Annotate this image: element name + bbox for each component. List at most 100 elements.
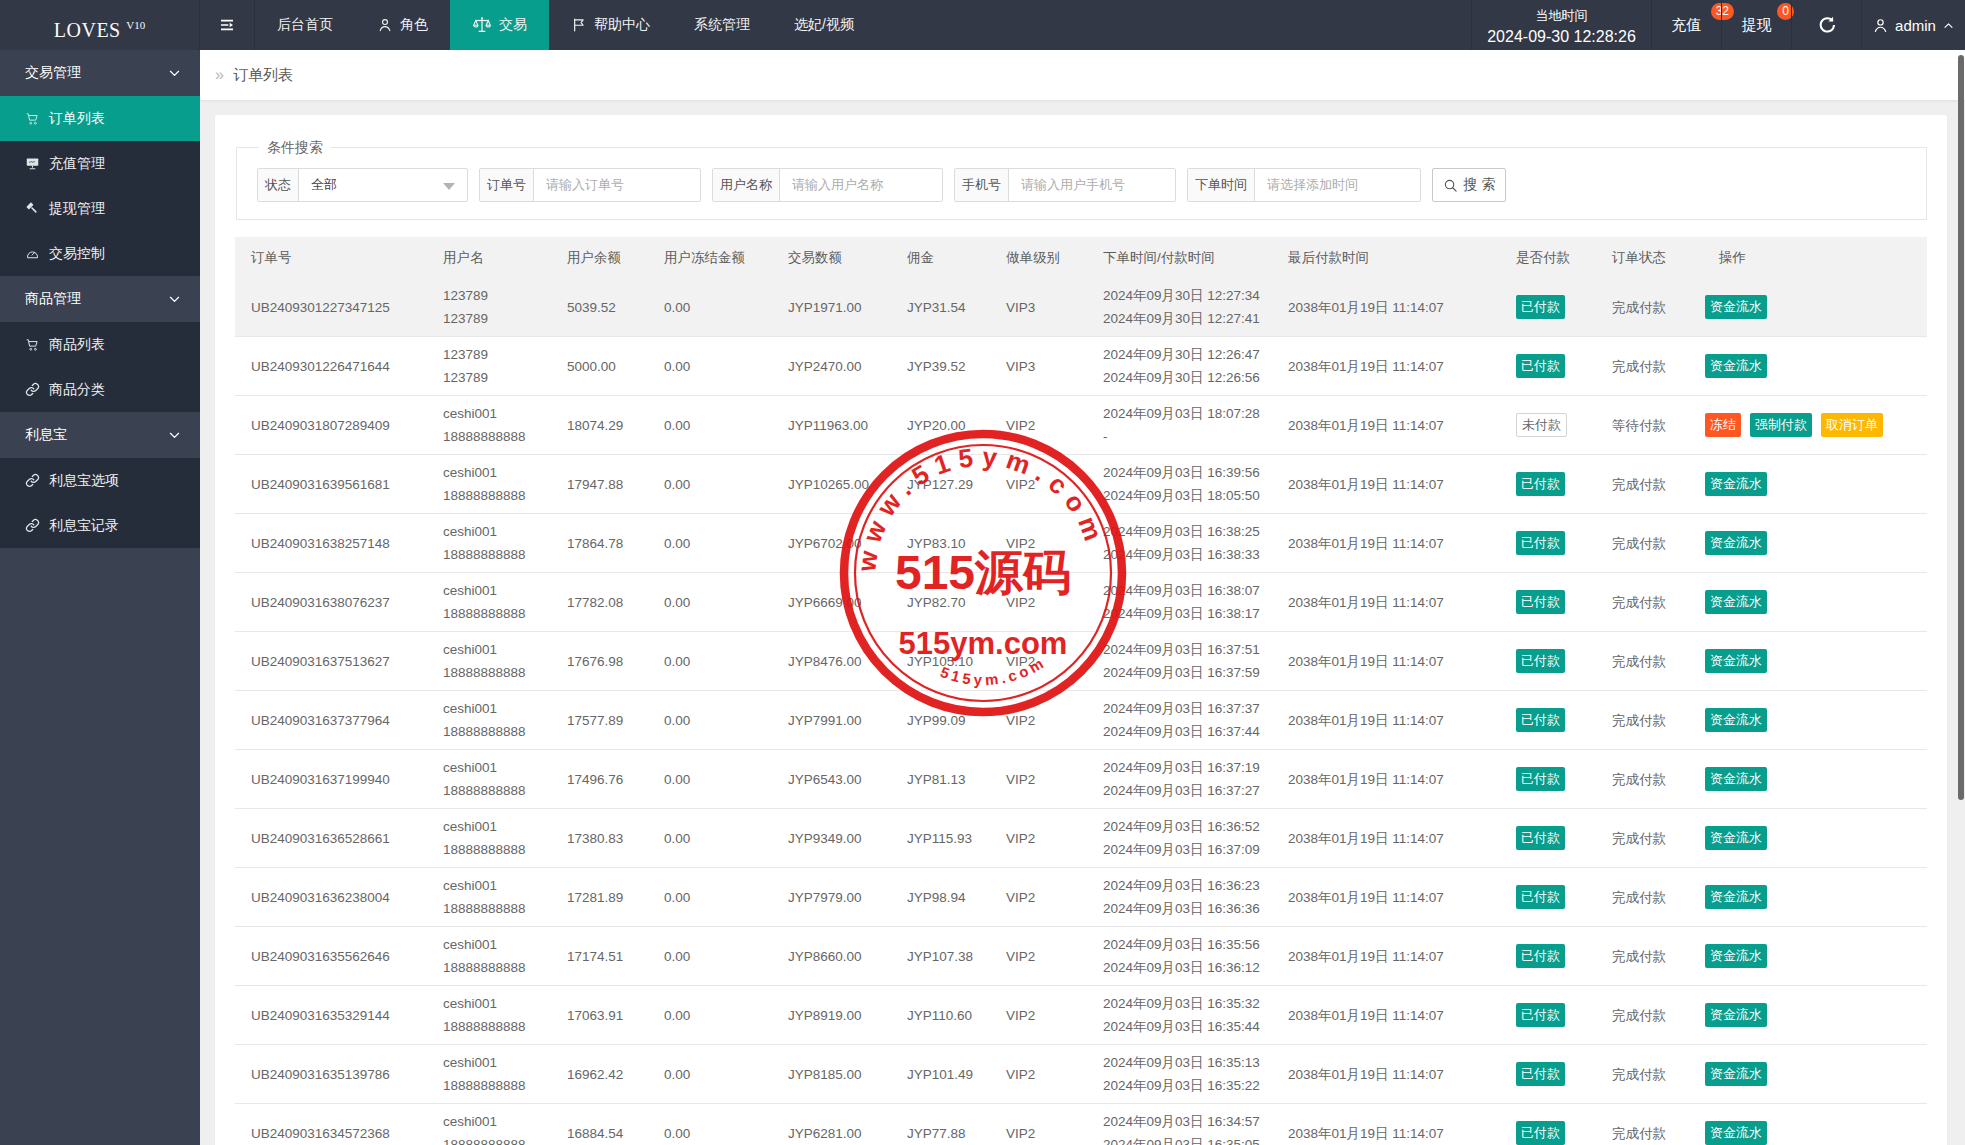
- cell-status: 完成付款: [1596, 514, 1703, 572]
- nav-item-3[interactable]: 交易: [450, 0, 549, 50]
- table-row-6: UB2409031638076237ceshi00118888888888177…: [235, 573, 1927, 632]
- page-scrollbar-thumb[interactable]: [1958, 55, 1964, 800]
- cell-paid: 已付款: [1500, 278, 1596, 336]
- pay-time-text: 2024年09月30日 12:27:41: [1103, 307, 1272, 330]
- action-button-yellow[interactable]: 取消订单: [1821, 413, 1883, 437]
- action-button-orange[interactable]: 冻结: [1705, 413, 1741, 437]
- paid-badge-wrap: 已付款: [1516, 1062, 1596, 1086]
- page-title: 订单列表: [233, 66, 293, 85]
- cell-balance: 17281.89: [551, 868, 648, 926]
- action-button-teal[interactable]: 资金流水: [1705, 767, 1767, 791]
- action-button-teal[interactable]: 资金流水: [1705, 531, 1767, 555]
- cell-actions: 资金流水: [1703, 632, 1927, 690]
- withdraw-nav-button[interactable]: 提现 0: [1721, 0, 1791, 50]
- paid-badge-wrap: 已付款: [1516, 885, 1596, 909]
- user-name-text: ceshi001: [443, 697, 551, 720]
- cell-paid: 已付款: [1500, 691, 1596, 749]
- user-name-text: ceshi001: [443, 874, 551, 897]
- cell-user: 123789123789: [427, 337, 551, 395]
- paid-status-badge: 已付款: [1516, 826, 1565, 850]
- order-input[interactable]: 请输入订单号: [534, 169, 700, 201]
- cell-amount: JYP2470.00: [772, 337, 891, 395]
- pay-time-text: 2024年09月03日 16:37:27: [1103, 779, 1272, 802]
- action-button-teal[interactable]: 资金流水: [1705, 590, 1767, 614]
- table-row-4: UB2409031639561681ceshi00118888888888179…: [235, 455, 1927, 514]
- cell-amount: JYP6543.00: [772, 750, 891, 808]
- cell-times: 2024年09月03日 16:35:132024年09月03日 16:35:22: [1087, 1045, 1272, 1103]
- action-button-teal[interactable]: 资金流水: [1705, 1003, 1767, 1027]
- phone-input[interactable]: 请输入用户手机号: [1009, 169, 1175, 201]
- cell-frozen: 0.00: [648, 868, 772, 926]
- sidebar-item-2-1[interactable]: 商品列表: [0, 322, 200, 367]
- action-button-teal[interactable]: 资金流水: [1705, 1121, 1767, 1145]
- sidebar-group-2[interactable]: 商品管理: [0, 276, 200, 322]
- pay-time-text: 2024年09月03日 16:37:09: [1103, 838, 1272, 861]
- cell-times: 2024年09月03日 16:34:572024年09月03日 16:35:05: [1087, 1104, 1272, 1145]
- cell-status: 完成付款: [1596, 986, 1703, 1044]
- table-row-3: UB2409031807289409ceshi00118888888888180…: [235, 396, 1927, 455]
- cell-actions: 资金流水: [1703, 455, 1927, 513]
- refresh-button[interactable]: [1791, 0, 1861, 50]
- status-filter-label: 状态: [258, 169, 299, 201]
- action-button-teal[interactable]: 资金流水: [1705, 1062, 1767, 1086]
- cell-commission: JYP101.49: [891, 1045, 990, 1103]
- time-filter-label: 下单时间: [1188, 169, 1255, 201]
- cell-balance: 5039.52: [551, 278, 648, 336]
- sidebar-item-1-3[interactable]: 提现管理: [0, 186, 200, 231]
- action-button-teal[interactable]: 资金流水: [1705, 708, 1767, 732]
- sidebar-item-1-4[interactable]: 交易控制: [0, 231, 200, 276]
- sidebar-item-1-1[interactable]: 订单列表: [0, 96, 200, 141]
- sidebar-item-1-2[interactable]: 充值管理: [0, 141, 200, 186]
- sidebar-item-3-1[interactable]: 利息宝选项: [0, 458, 200, 503]
- action-button-teal[interactable]: 资金流水: [1705, 295, 1767, 319]
- top-navbar: LOVES V10 后台首页角色交易帮助中心系统管理选妃/视频 当地时间 202…: [0, 0, 1965, 50]
- action-button-teal[interactable]: 资金流水: [1705, 354, 1767, 378]
- cell-level: VIP2: [990, 632, 1087, 690]
- cell-user: ceshi00118888888888: [427, 632, 551, 690]
- paid-status-badge: 未付款: [1516, 413, 1567, 437]
- recharge-nav-button[interactable]: 充值 32: [1651, 0, 1721, 50]
- paid-status-badge: 已付款: [1516, 354, 1565, 378]
- sidebar-group-label: 交易管理: [25, 64, 167, 82]
- cell-order-no: UB2409301227347125: [235, 278, 427, 336]
- action-button-teal[interactable]: 资金流水: [1705, 649, 1767, 673]
- cell-user: ceshi00118888888888: [427, 1104, 551, 1145]
- cell-paid: 已付款: [1500, 750, 1596, 808]
- sidebar-group-3[interactable]: 利息宝: [0, 412, 200, 458]
- time-input[interactable]: 请选择添加时间: [1255, 169, 1420, 201]
- paid-badge-wrap: 已付款: [1516, 944, 1596, 968]
- nav-item-2[interactable]: 角色: [355, 0, 450, 50]
- nav-item-1[interactable]: 后台首页: [255, 0, 355, 50]
- cell-last-pay-time: 2038年01月19日 11:14:07: [1272, 750, 1500, 808]
- status-select[interactable]: 全部: [299, 169, 467, 201]
- phone-input-placeholder: 请输入用户手机号: [1021, 176, 1125, 194]
- cell-paid: 已付款: [1500, 809, 1596, 867]
- sidebar-toggle-button[interactable]: [200, 0, 255, 50]
- table-row-11: UB2409031636238004ceshi00118888888888172…: [235, 868, 1927, 927]
- paid-status-badge: 已付款: [1516, 472, 1565, 496]
- sidebar-item-2-2[interactable]: 商品分类: [0, 367, 200, 412]
- cell-frozen: 0.00: [648, 691, 772, 749]
- cell-amount: JYP6702.00: [772, 514, 891, 572]
- action-button-teal[interactable]: 资金流水: [1705, 885, 1767, 909]
- chevron-down-icon: [167, 66, 182, 81]
- sidebar-item-3-2[interactable]: 利息宝记录: [0, 503, 200, 548]
- user-input[interactable]: 请输入用户名称: [780, 169, 942, 201]
- nav-item-6[interactable]: 选妃/视频: [772, 0, 876, 50]
- cell-order-no: UB2409031637377964: [235, 691, 427, 749]
- cell-level: VIP3: [990, 278, 1087, 336]
- user-name-text: 123789: [443, 284, 551, 307]
- action-button-teal[interactable]: 资金流水: [1705, 944, 1767, 968]
- nav-item-4[interactable]: 帮助中心: [549, 0, 672, 50]
- sidebar-group-1[interactable]: 交易管理: [0, 50, 200, 96]
- action-button-teal[interactable]: 资金流水: [1705, 826, 1767, 850]
- action-button-teal[interactable]: 资金流水: [1705, 472, 1767, 496]
- cell-amount: JYP8185.00: [772, 1045, 891, 1103]
- cart-icon: [25, 337, 40, 352]
- cell-last-pay-time: 2038年01月19日 11:14:07: [1272, 278, 1500, 336]
- search-button[interactable]: 搜 索: [1432, 168, 1506, 202]
- user-menu[interactable]: admin: [1861, 0, 1965, 50]
- action-button-teal[interactable]: 强制付款: [1750, 413, 1812, 437]
- cell-order-no: UB2409031637513627: [235, 632, 427, 690]
- nav-item-5[interactable]: 系统管理: [672, 0, 772, 50]
